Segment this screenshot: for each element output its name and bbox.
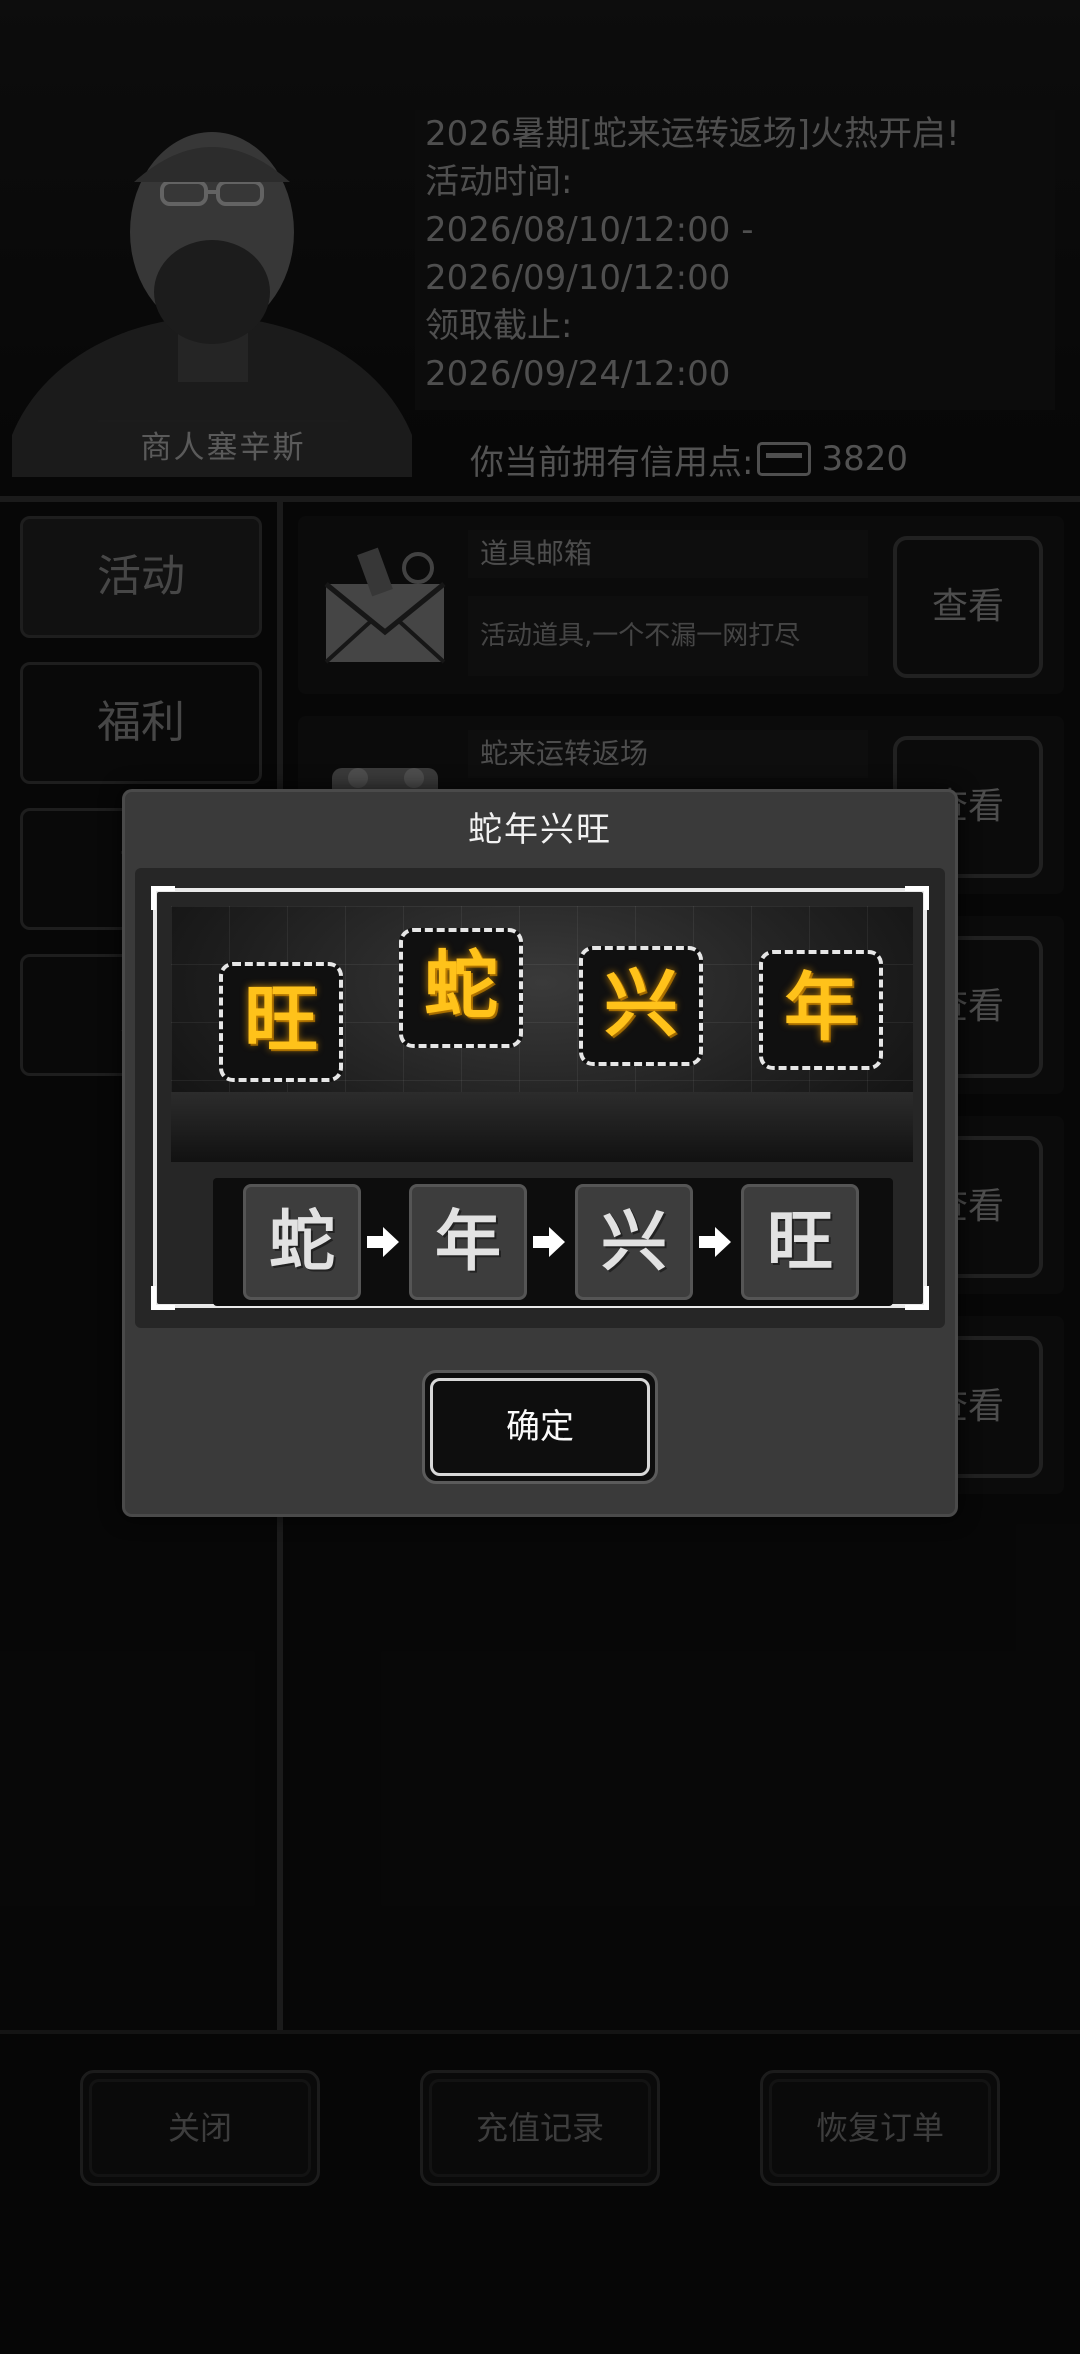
character-tile[interactable]: 旺 [219, 962, 343, 1082]
arrow-right-icon [699, 1227, 731, 1257]
sequence-tile: 年 [409, 1184, 527, 1300]
dialog-title: 蛇年兴旺 [468, 810, 612, 850]
confirm-button[interactable]: 确定 [422, 1370, 658, 1484]
frame-corner [151, 1286, 175, 1310]
sequence-tile: 兴 [575, 1184, 693, 1300]
frame-corner [905, 1286, 929, 1310]
character-tile[interactable]: 兴 [579, 946, 703, 1066]
puzzle-scene: 旺 蛇 兴 年 [171, 906, 913, 1162]
character-tile[interactable]: 蛇 [399, 928, 523, 1048]
scene-ground [171, 1092, 913, 1162]
sequence-tile: 蛇 [243, 1184, 361, 1300]
answer-sequence: 蛇 年 兴 旺 [213, 1178, 893, 1306]
arrow-right-icon [367, 1227, 399, 1257]
confirm-label: 确定 [506, 1407, 574, 1447]
character-tile[interactable]: 年 [759, 950, 883, 1070]
puzzle-dialog: 蛇年兴旺 旺 蛇 兴 年 蛇 年 兴 旺 确定 [122, 789, 958, 1517]
puzzle-frame: 旺 蛇 兴 年 蛇 年 兴 旺 [151, 886, 929, 1310]
sequence-tile: 旺 [741, 1184, 859, 1300]
arrow-right-icon [533, 1227, 565, 1257]
dialog-panel: 旺 蛇 兴 年 蛇 年 兴 旺 [135, 868, 945, 1328]
